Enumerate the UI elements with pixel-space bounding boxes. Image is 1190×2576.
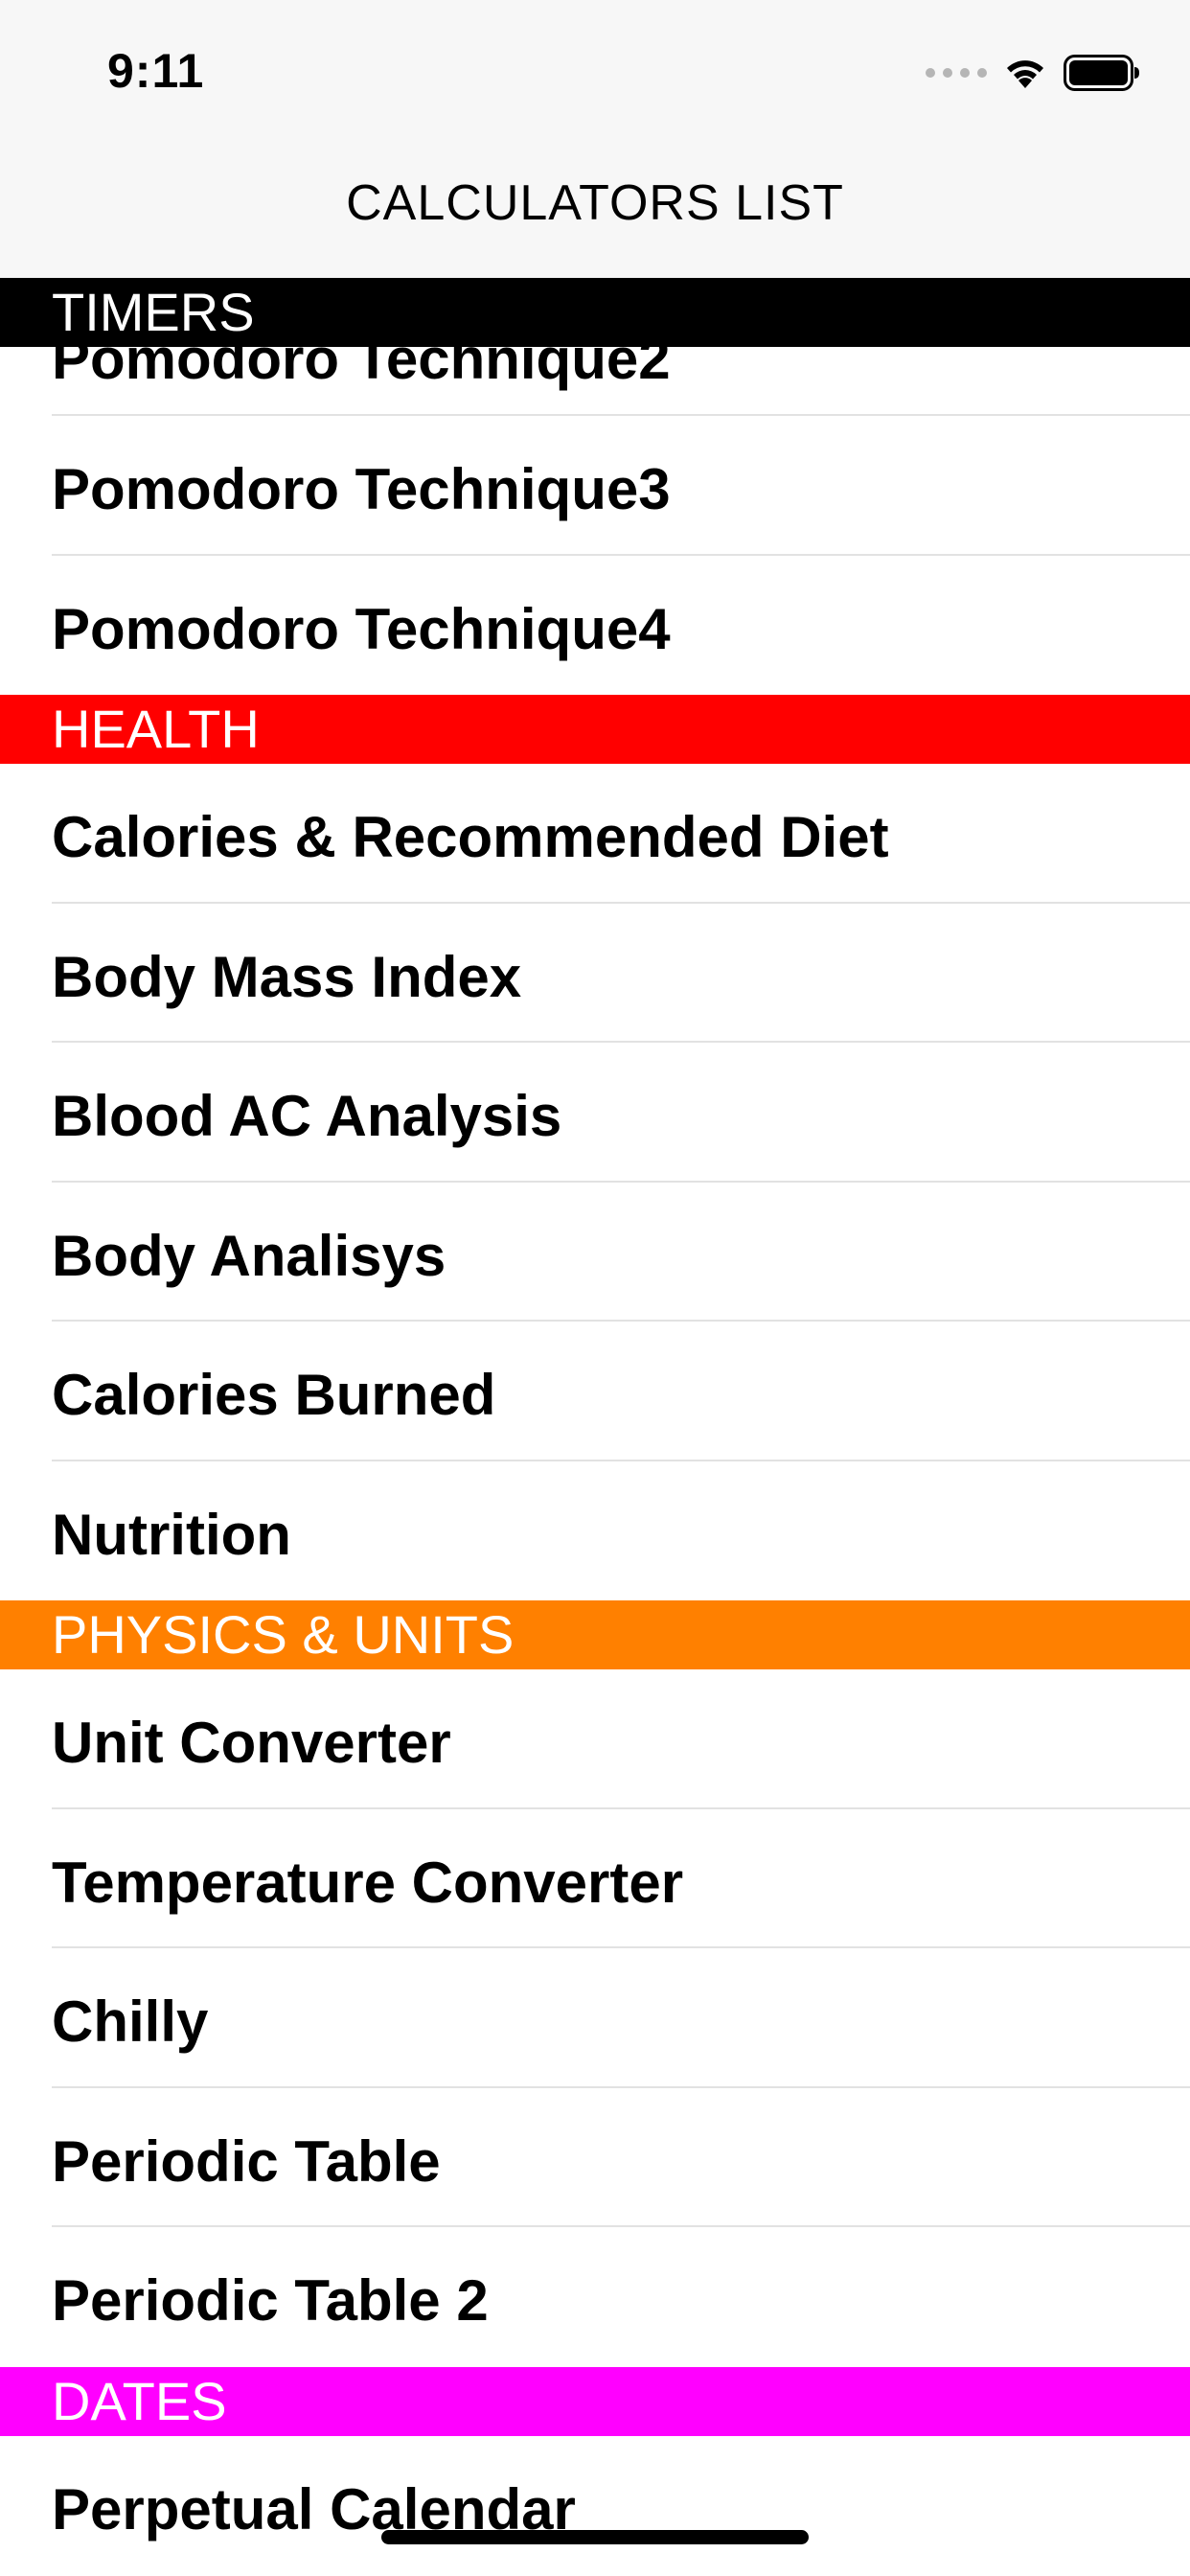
list-item-label: Body Mass Index [52, 944, 522, 1009]
list-item-label: Unit Converter [52, 1711, 451, 1775]
list-item[interactable]: Pomodoro Technique4 [0, 556, 1190, 696]
signal-dots-icon [926, 68, 987, 78]
list-item-label: Periodic Table [52, 2128, 441, 2194]
home-indicator[interactable] [381, 2530, 809, 2544]
section-header-physics-units: PHYSICS & UNITS [0, 1600, 1190, 1669]
list-item[interactable]: Body Mass Index [0, 904, 1190, 1043]
status-time: 9:11 [107, 44, 205, 98]
wifi-icon [1002, 56, 1048, 90]
navigation-bar: CALCULATORS LIST [0, 126, 1190, 279]
page-title: CALCULATORS LIST [346, 175, 844, 231]
section-header-health: HEALTH [0, 695, 1190, 764]
list-item-label: Pomodoro Technique3 [52, 457, 671, 521]
list-item-label: Periodic Table 2 [52, 2268, 489, 2333]
status-icons [926, 54, 1140, 92]
list-item[interactable]: Periodic Table [0, 2088, 1190, 2227]
list-item-label: Pomodoro Technique2 [52, 327, 671, 391]
list-item-label: Calories Burned [52, 1363, 496, 1427]
battery-icon [1064, 55, 1140, 91]
status-bar: 9:11 [0, 0, 1190, 126]
list-item-label: Calories & Recommended Diet [52, 805, 889, 869]
list-item[interactable]: Unit Converter [0, 1669, 1190, 1809]
list-item[interactable]: Blood AC Analysis [0, 1043, 1190, 1183]
section-header-dates: DATES [0, 2366, 1190, 2436]
list-item-label: Temperature Converter [52, 1850, 684, 1915]
list-item[interactable]: Calories Burned [0, 1322, 1190, 1461]
list-item[interactable]: Temperature Converter [0, 1809, 1190, 1948]
list-item[interactable]: Chilly [0, 1948, 1190, 2088]
list-item-label: Pomodoro Technique4 [52, 596, 671, 661]
list-item-label: Chilly [52, 1990, 209, 2054]
list-item-label: Blood AC Analysis [52, 1084, 562, 1148]
calculators-list[interactable]: TIMERS Pomodoro Technique2 Pomodoro Tech… [0, 278, 1190, 2575]
list-item[interactable]: Perpetual Calendar [0, 2436, 1190, 2576]
list-item[interactable]: Periodic Table 2 [0, 2227, 1190, 2367]
list-item-label: Nutrition [52, 1502, 291, 1567]
list-item[interactable]: Calories & Recommended Diet [0, 764, 1190, 904]
list-item[interactable]: Body Analisys [0, 1183, 1190, 1322]
list-item[interactable]: Pomodoro Technique3 [0, 416, 1190, 556]
list-item-label: Body Analisys [52, 1223, 446, 1288]
list-item[interactable]: Pomodoro Technique2 [0, 327, 1190, 416]
list-item[interactable]: Nutrition [0, 1461, 1190, 1601]
